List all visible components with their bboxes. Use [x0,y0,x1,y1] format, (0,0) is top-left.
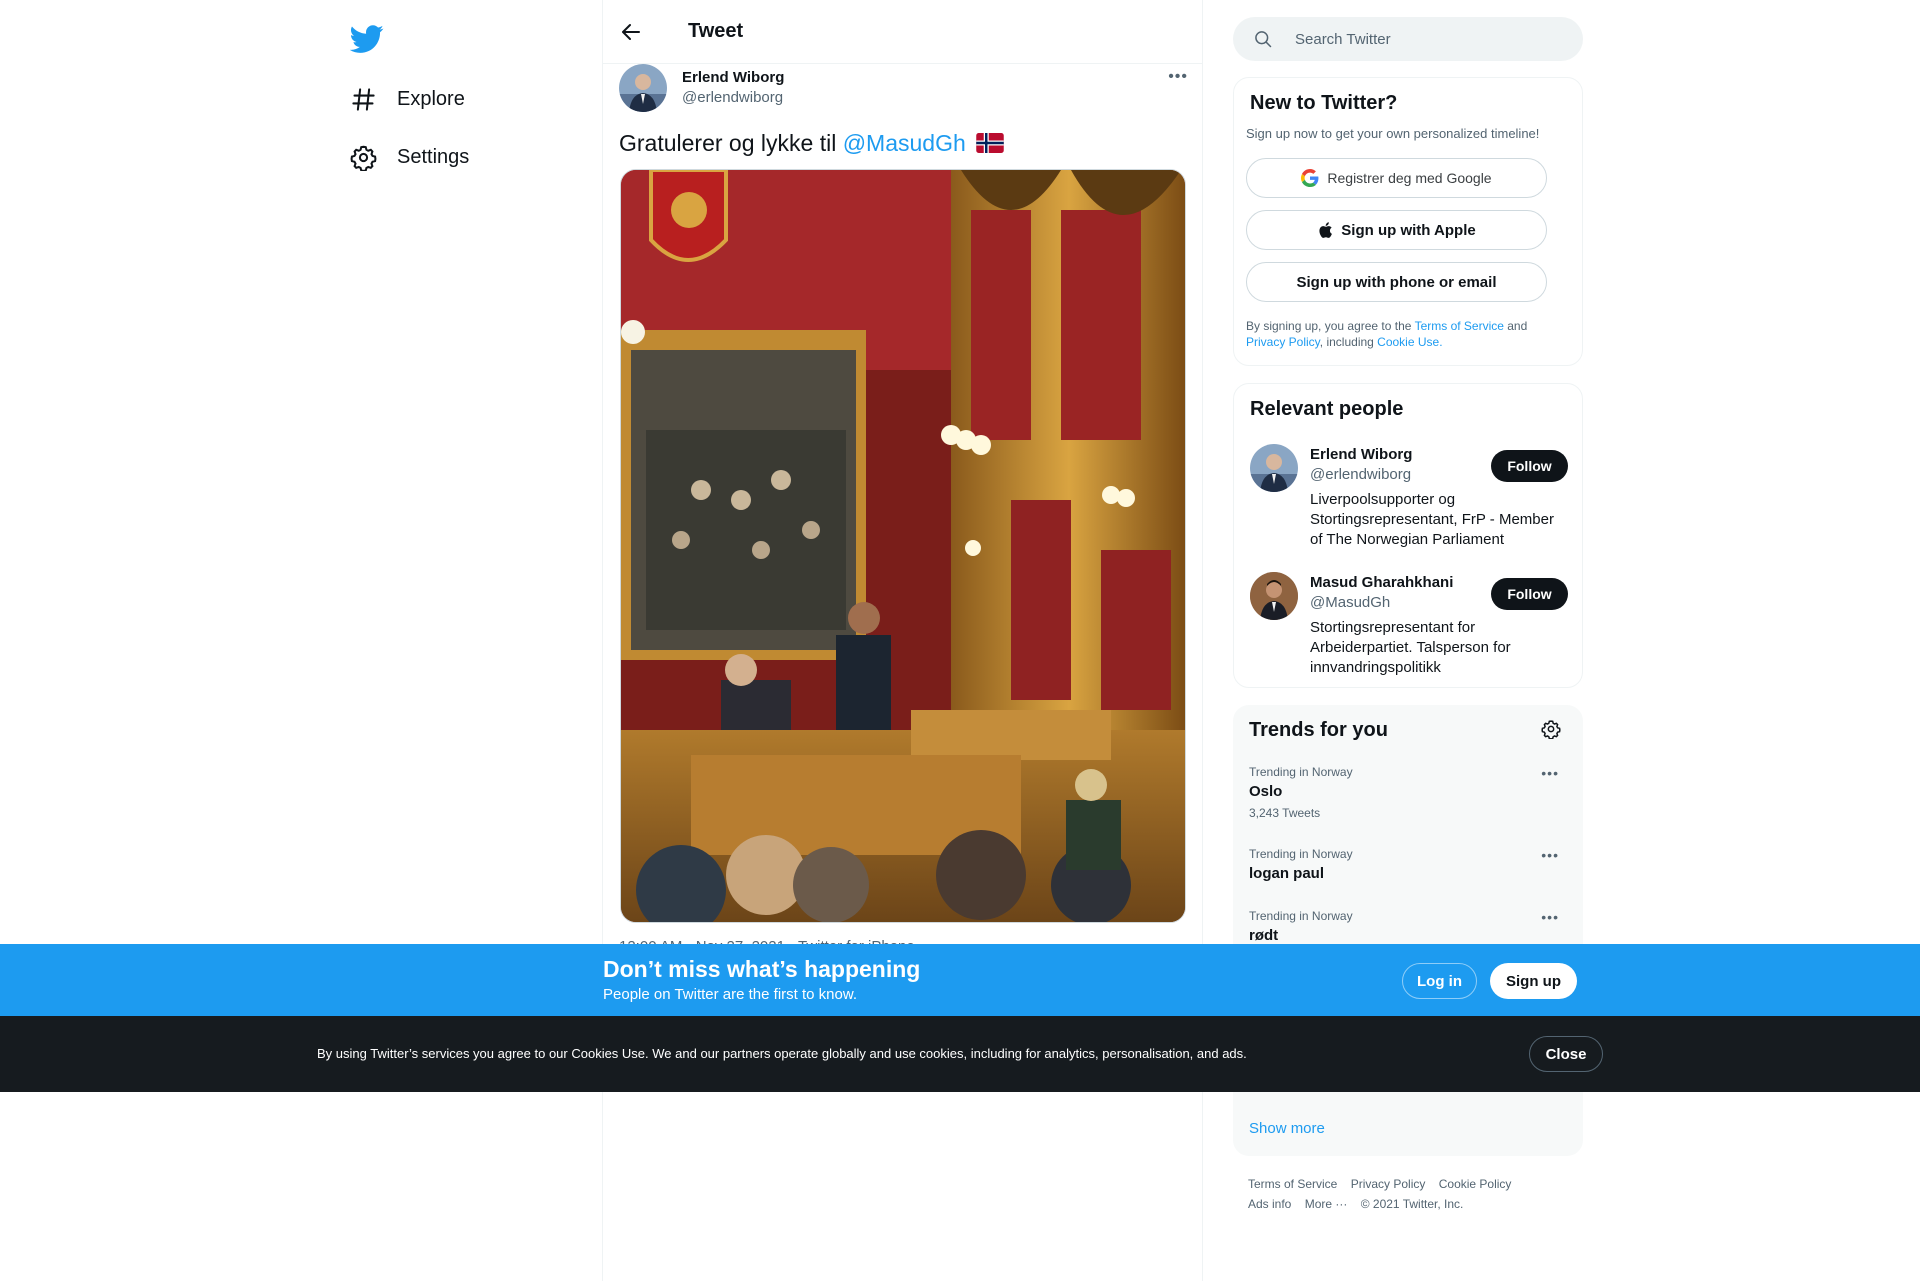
tweet-header: Tweet [603,0,1202,64]
trend-name: Oslo [1249,783,1283,800]
signup-subtitle: Sign up now to get your own personalized… [1246,126,1540,141]
mention-link[interactable]: @MasudGh [843,130,966,156]
page-title: Tweet [688,20,744,42]
avatar[interactable] [1250,572,1298,620]
google-signup-button[interactable]: Registrer deg med Google [1246,158,1547,198]
cookie-banner: By using Twitter’s services you agree to… [0,1016,1920,1092]
person-bio: Liverpoolsupporter og Stortingsrepresent… [1310,491,1554,548]
twitter-logo-icon[interactable] [350,22,384,56]
nav-explore-label: Explore [397,87,465,110]
hashtag-icon [352,87,375,111]
legal-text: By signing up, you agree to the [1246,319,1415,333]
person-handle[interactable]: @MasudGh [1310,594,1390,611]
google-signup-label: Registrer deg med Google [1327,170,1492,186]
avatar[interactable] [1250,444,1298,492]
banner-title: Don’t miss what’s happening [603,956,921,982]
banner-subtitle: People on Twitter are the first to know. [603,986,858,1003]
google-icon [1301,169,1319,187]
more-options-icon[interactable]: ••• [1541,847,1559,863]
terms-link[interactable]: Terms of Service [1415,319,1504,333]
norway-flag-icon [976,133,1004,153]
more-options-icon[interactable]: ••• [1541,909,1559,925]
login-button[interactable]: Log in [1402,963,1477,999]
close-cookie-button[interactable]: Close [1529,1036,1603,1072]
footer-terms-link[interactable]: Terms of Service [1248,1177,1337,1191]
trend-item[interactable]: Trending in Norway logan paul ••• [1249,847,1567,882]
search-icon [1255,31,1272,48]
footer-cookie-link[interactable]: Cookie Policy [1439,1177,1512,1191]
author-handle[interactable]: @erlendwiborg [682,89,783,106]
person-name[interactable]: Erlend Wiborg [1310,446,1412,463]
trend-count: 3,243 Tweets [1249,806,1321,820]
footer-links: Terms of Service Privacy Policy Cookie P… [1248,1174,1568,1214]
apple-signup-button[interactable]: Sign up with Apple [1246,210,1547,250]
trends-title: Trends for you [1249,719,1388,741]
legal-text: and [1503,319,1528,333]
trend-context: Trending in Norway [1249,765,1353,779]
author-avatar[interactable] [619,64,667,112]
relevant-people-title: Relevant people [1250,398,1404,420]
gear-icon [350,145,377,171]
search-input[interactable] [1295,30,1555,48]
trend-context: Trending in Norway [1249,847,1353,861]
more-options-icon[interactable]: ••• [1168,68,1188,86]
nav-settings[interactable]: Settings [350,133,469,181]
nav-settings-label: Settings [397,145,470,168]
show-more-link[interactable]: Show more [1249,1120,1325,1137]
person-name[interactable]: Masud Gharahkhani [1310,574,1453,591]
tweet-body: Gratulerer og lykke til [619,130,843,156]
author-name[interactable]: Erlend Wiborg [682,69,784,86]
footer-more-link[interactable]: More ··· [1305,1197,1348,1211]
relevant-people-panel: Relevant people Erlend Wiborg @erlendwib… [1233,383,1583,688]
trend-item[interactable]: Trending in Norway rødt ••• [1249,909,1567,944]
cookie-text: By using Twitter’s services you agree to… [317,1046,1247,1061]
nav-explore[interactable]: Explore [350,75,465,123]
trend-context: Trending in Norway [1249,909,1353,923]
signup-legal: By signing up, you agree to the Terms of… [1246,318,1566,350]
more-options-icon[interactable]: ••• [1541,765,1559,781]
tweet-photo[interactable] [620,169,1186,923]
person-handle[interactable]: @erlendwiborg [1310,466,1411,483]
cookie-use-link[interactable]: Cookie Use. [1377,335,1442,349]
tweet-author: Erlend Wiborg @erlendwiborg ••• [619,64,1188,114]
login-banner: Don’t miss what’s happening People on Tw… [0,944,1920,1016]
tweet-text: Gratulerer og lykke til @MasudGh [619,128,1004,158]
trend-name: rødt [1249,927,1279,944]
footer-ads-link[interactable]: Ads info [1248,1197,1291,1211]
footer-privacy-link[interactable]: Privacy Policy [1351,1177,1426,1191]
follow-button[interactable]: Follow [1491,450,1568,482]
follow-button[interactable]: Follow [1491,578,1568,610]
phone-email-signup-label: Sign up with phone or email [1296,273,1497,291]
phone-email-signup-button[interactable]: Sign up with phone or email [1246,262,1547,302]
privacy-link[interactable]: Privacy Policy [1246,335,1320,349]
trend-name: logan paul [1249,865,1324,882]
legal-text: , including [1319,335,1378,349]
signup-panel: New to Twitter? Sign up now to get your … [1233,77,1583,366]
signup-button[interactable]: Sign up [1490,963,1577,999]
person-bio: Stortingsrepresentant for Arbeiderpartie… [1310,619,1511,676]
trends-settings-gear-icon[interactable] [1541,719,1561,739]
apple-icon [1319,222,1333,238]
search-bar[interactable] [1233,17,1583,61]
trend-item[interactable]: Trending in Norway Oslo 3,243 Tweets ••• [1249,765,1567,820]
footer-copyright: © 2021 Twitter, Inc. [1360,1197,1464,1211]
back-arrow-icon[interactable] [619,20,643,44]
apple-signup-label: Sign up with Apple [1341,221,1476,239]
signup-title: New to Twitter? [1250,92,1398,114]
